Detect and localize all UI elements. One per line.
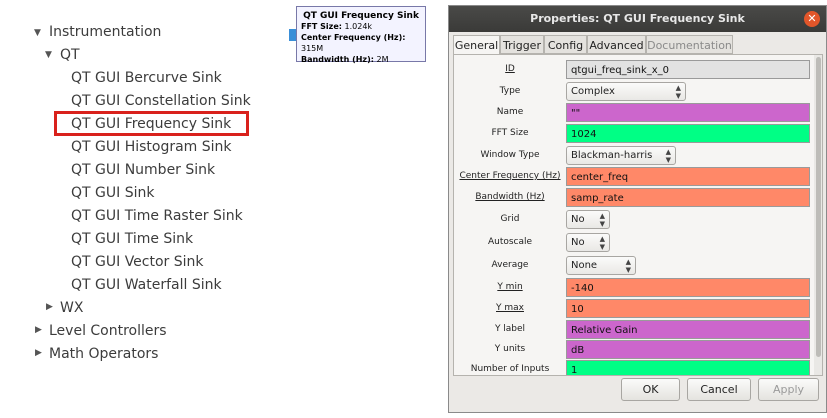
scrollbar-thumb[interactable] bbox=[816, 57, 821, 357]
tree-item-qt-gui-waterfall-sink[interactable]: QT GUI Waterfall Sink bbox=[71, 276, 222, 294]
tree-item-wx[interactable]: WX bbox=[60, 299, 83, 317]
average-select[interactable]: None ▲ ▼ bbox=[566, 256, 636, 275]
flowgraph-block[interactable]: QT GUI Frequency Sink FFT Size: 1.024k C… bbox=[296, 6, 426, 64]
property-row-grid: Grid No ▲ ▼ bbox=[454, 209, 814, 230]
id-field[interactable]: qtgui_freq_sink_x_0 bbox=[566, 60, 810, 79]
input-port[interactable] bbox=[289, 29, 296, 41]
expanded-arrow-icon[interactable]: ▼ bbox=[34, 28, 41, 38]
property-label: FFT Size bbox=[491, 128, 529, 138]
tab-documentation[interactable]: Documentation bbox=[646, 35, 733, 54]
property-row-fft-size: FFT Size 1024 bbox=[454, 123, 814, 144]
center-frequency-field[interactable]: center_freq bbox=[566, 167, 810, 186]
number-of-inputs-field[interactable]: 1 bbox=[566, 360, 810, 375]
property-label: Number of Inputs bbox=[470, 364, 550, 374]
tab-config[interactable]: Config bbox=[544, 35, 587, 54]
dialog-titlebar[interactable]: Properties: QT GUI Frequency Sink ✕ bbox=[449, 6, 826, 32]
property-label: Bandwidth (Hz) bbox=[475, 192, 545, 202]
autoscale-select[interactable]: No ▲ ▼ bbox=[566, 233, 610, 252]
property-row-y-label: Y label Relative Gain bbox=[454, 319, 814, 340]
close-icon[interactable]: ✕ bbox=[804, 11, 820, 27]
panel-scrollbar[interactable] bbox=[814, 55, 822, 375]
ok-button[interactable]: OK bbox=[621, 378, 680, 401]
y-min-field[interactable]: -140 bbox=[566, 278, 810, 297]
property-label: Grid bbox=[500, 214, 520, 224]
tree-item-qt-gui-time-sink[interactable]: QT GUI Time Sink bbox=[71, 230, 193, 248]
y-max-field[interactable]: 10 bbox=[566, 299, 810, 318]
tree-item-qt-gui-histogram-sink[interactable]: QT GUI Histogram Sink bbox=[71, 138, 232, 156]
property-label: Y units bbox=[494, 344, 526, 354]
updown-arrows-icon: ▲ ▼ bbox=[675, 84, 681, 100]
y-label-field[interactable]: Relative Gain bbox=[566, 320, 810, 339]
property-label: Y max bbox=[496, 303, 524, 313]
block-title: QT GUI Frequency Sink bbox=[303, 11, 419, 21]
collapsed-arrow-icon[interactable]: ▶ bbox=[46, 302, 53, 312]
properties-dialog: Properties: QT GUI Frequency Sink ✕ Gene… bbox=[448, 5, 827, 413]
property-label: Window Type bbox=[480, 150, 540, 160]
tree-item-instrumentation[interactable]: Instrumentation bbox=[49, 23, 161, 41]
grid-select[interactable]: No ▲ ▼ bbox=[566, 210, 610, 229]
block-param-center-frequency: Center Frequency (Hz): 315M bbox=[301, 33, 406, 53]
property-row-name: Name "" bbox=[454, 102, 814, 123]
property-row-autoscale: Autoscale No ▲ ▼ bbox=[454, 232, 814, 253]
selection-highlight bbox=[54, 111, 249, 136]
property-row-bandwidth: Bandwidth (Hz) samp_rate bbox=[454, 187, 814, 208]
collapsed-arrow-icon[interactable]: ▶ bbox=[35, 348, 42, 358]
property-row-y-min: Y min -140 bbox=[454, 277, 814, 298]
block-param-bandwidth: Bandwidth (Hz): 2M bbox=[301, 55, 389, 64]
y-units-field[interactable]: dB bbox=[566, 340, 810, 359]
tree-item-qt-gui-number-sink[interactable]: QT GUI Number Sink bbox=[71, 161, 215, 179]
property-row-number-of-inputs: Number of Inputs 1 bbox=[454, 359, 814, 375]
property-row-y-max: Y max 10 bbox=[454, 298, 814, 319]
tree-item-qt-gui-constellation-sink[interactable]: QT GUI Constellation Sink bbox=[71, 92, 251, 110]
tree-item-qt-gui-bercurve-sink[interactable]: QT GUI Bercurve Sink bbox=[71, 69, 222, 87]
property-row-y-units: Y units dB bbox=[454, 339, 814, 360]
expanded-arrow-icon[interactable]: ▼ bbox=[45, 50, 52, 60]
bandwidth-field[interactable]: samp_rate bbox=[566, 188, 810, 207]
property-row-center-frequency: Center Frequency (Hz) center_freq bbox=[454, 166, 814, 187]
tree-item-qt[interactable]: QT bbox=[60, 46, 80, 64]
apply-button[interactable]: Apply bbox=[758, 378, 819, 401]
tab-trigger[interactable]: Trigger bbox=[500, 35, 544, 54]
property-row-type: Type Complex ▲ ▼ bbox=[454, 81, 814, 102]
tree-item-math-operators[interactable]: Math Operators bbox=[49, 345, 158, 363]
block-tree: ▼ Instrumentation ▼ QT QT GUI Bercurve S… bbox=[0, 0, 290, 418]
property-row-average: Average None ▲ ▼ bbox=[454, 255, 814, 276]
updown-arrows-icon: ▲ ▼ bbox=[625, 258, 631, 274]
tab-general[interactable]: General bbox=[453, 35, 500, 55]
property-row-window-type: Window Type Blackman-harris ▲ ▼ bbox=[454, 145, 814, 166]
collapsed-arrow-icon[interactable]: ▶ bbox=[35, 325, 42, 335]
updown-arrows-icon: ▲ ▼ bbox=[599, 235, 605, 251]
updown-arrows-icon: ▲ ▼ bbox=[665, 148, 671, 164]
type-select[interactable]: Complex ▲ ▼ bbox=[566, 82, 686, 101]
tree-item-qt-gui-time-raster-sink[interactable]: QT GUI Time Raster Sink bbox=[71, 207, 243, 225]
updown-arrows-icon: ▲ ▼ bbox=[599, 212, 605, 228]
window-type-select[interactable]: Blackman-harris ▲ ▼ bbox=[566, 146, 676, 165]
property-label: Average bbox=[491, 260, 529, 270]
tree-item-qt-gui-vector-sink[interactable]: QT GUI Vector Sink bbox=[71, 253, 204, 271]
property-label: Y label bbox=[494, 324, 526, 334]
property-label: Center Frequency (Hz) bbox=[459, 171, 561, 181]
name-field[interactable]: "" bbox=[566, 103, 810, 122]
property-label: Name bbox=[496, 107, 524, 117]
property-row-id: ID qtgui_freq_sink_x_0 bbox=[454, 59, 814, 80]
fft-size-field[interactable]: 1024 bbox=[566, 124, 810, 143]
property-label: Y min bbox=[497, 282, 523, 292]
block-param-fft: FFT Size: 1.024k bbox=[301, 22, 373, 31]
cancel-button[interactable]: Cancel bbox=[687, 378, 751, 401]
property-label: Autoscale bbox=[487, 237, 533, 247]
tree-item-level-controllers[interactable]: Level Controllers bbox=[49, 322, 167, 340]
property-label: ID bbox=[505, 64, 515, 74]
tree-item-qt-gui-sink[interactable]: QT GUI Sink bbox=[71, 184, 154, 202]
general-tab-panel: ID qtgui_freq_sink_x_0 Type Complex ▲ ▼ N… bbox=[453, 54, 823, 376]
dialog-title: Properties: QT GUI Frequency Sink bbox=[530, 12, 745, 25]
property-label: Type bbox=[499, 86, 521, 96]
tab-advanced[interactable]: Advanced bbox=[587, 35, 646, 54]
